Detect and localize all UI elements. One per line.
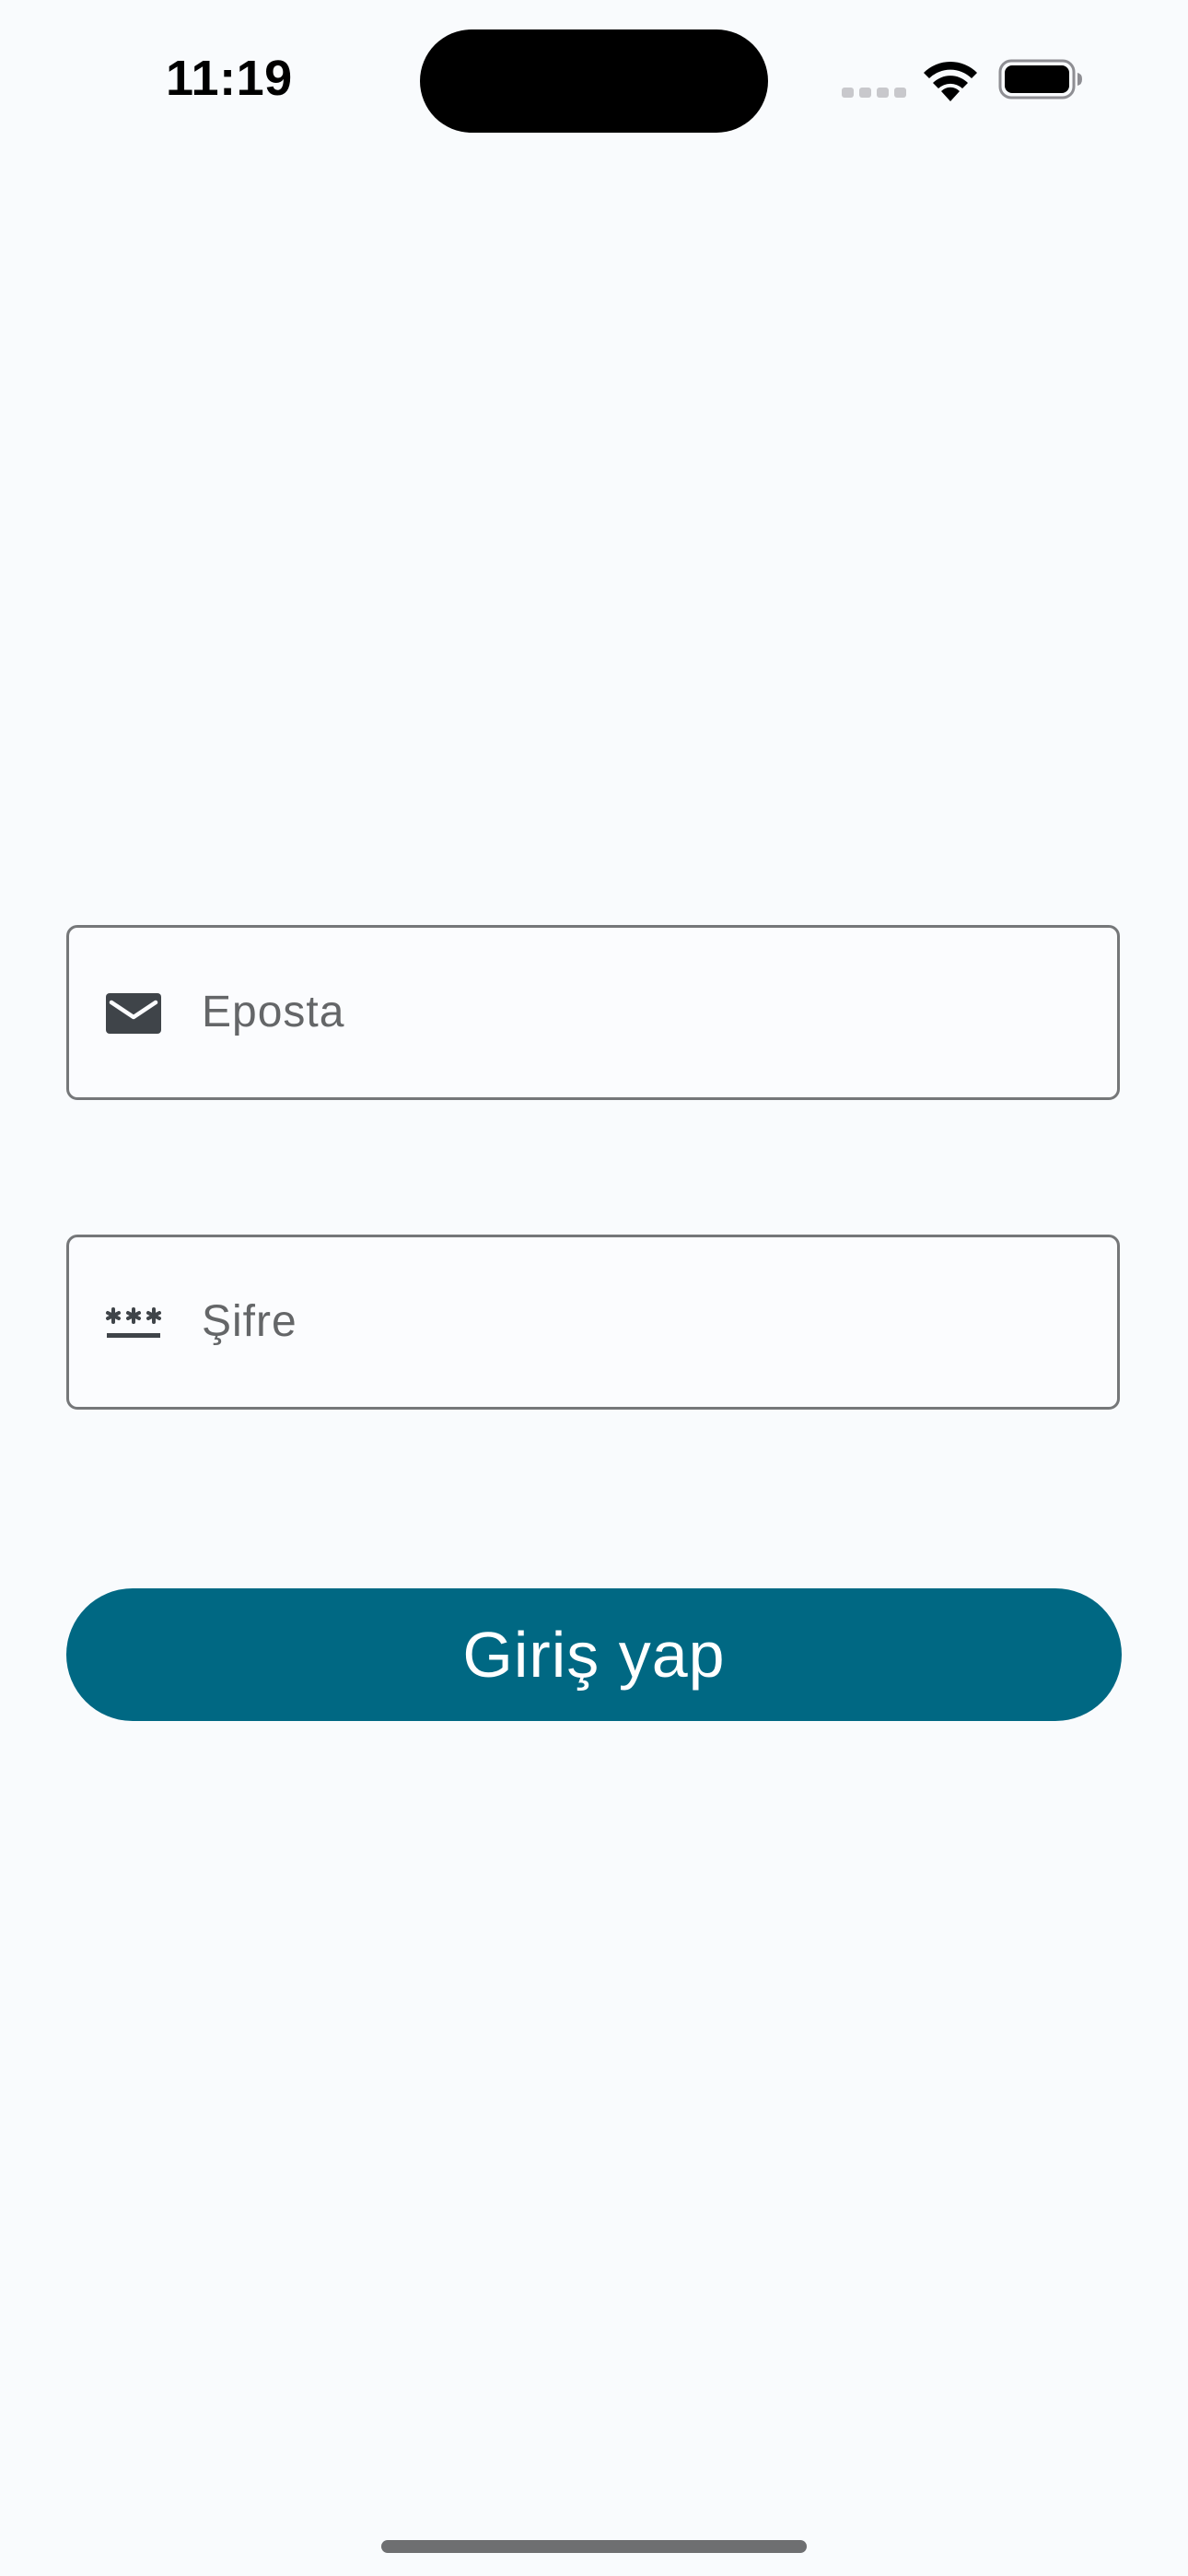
dynamic-island xyxy=(420,29,768,133)
home-indicator[interactable] xyxy=(381,2540,807,2553)
battery-icon xyxy=(998,59,1082,100)
status-time: 11:19 xyxy=(166,51,293,106)
status-bar: 11:19 xyxy=(0,0,1188,157)
wifi-icon xyxy=(924,61,977,101)
password-icon xyxy=(106,1307,161,1338)
cellular-signal-icon xyxy=(842,85,906,98)
password-placeholder: Şifre xyxy=(202,1297,297,1346)
login-button[interactable]: Giriş yap xyxy=(66,1588,1122,1721)
email-placeholder: Eposta xyxy=(202,988,345,1036)
password-field[interactable]: Şifre xyxy=(66,1235,1120,1410)
email-field[interactable]: Eposta xyxy=(66,925,1120,1100)
envelope-icon xyxy=(106,993,161,1034)
